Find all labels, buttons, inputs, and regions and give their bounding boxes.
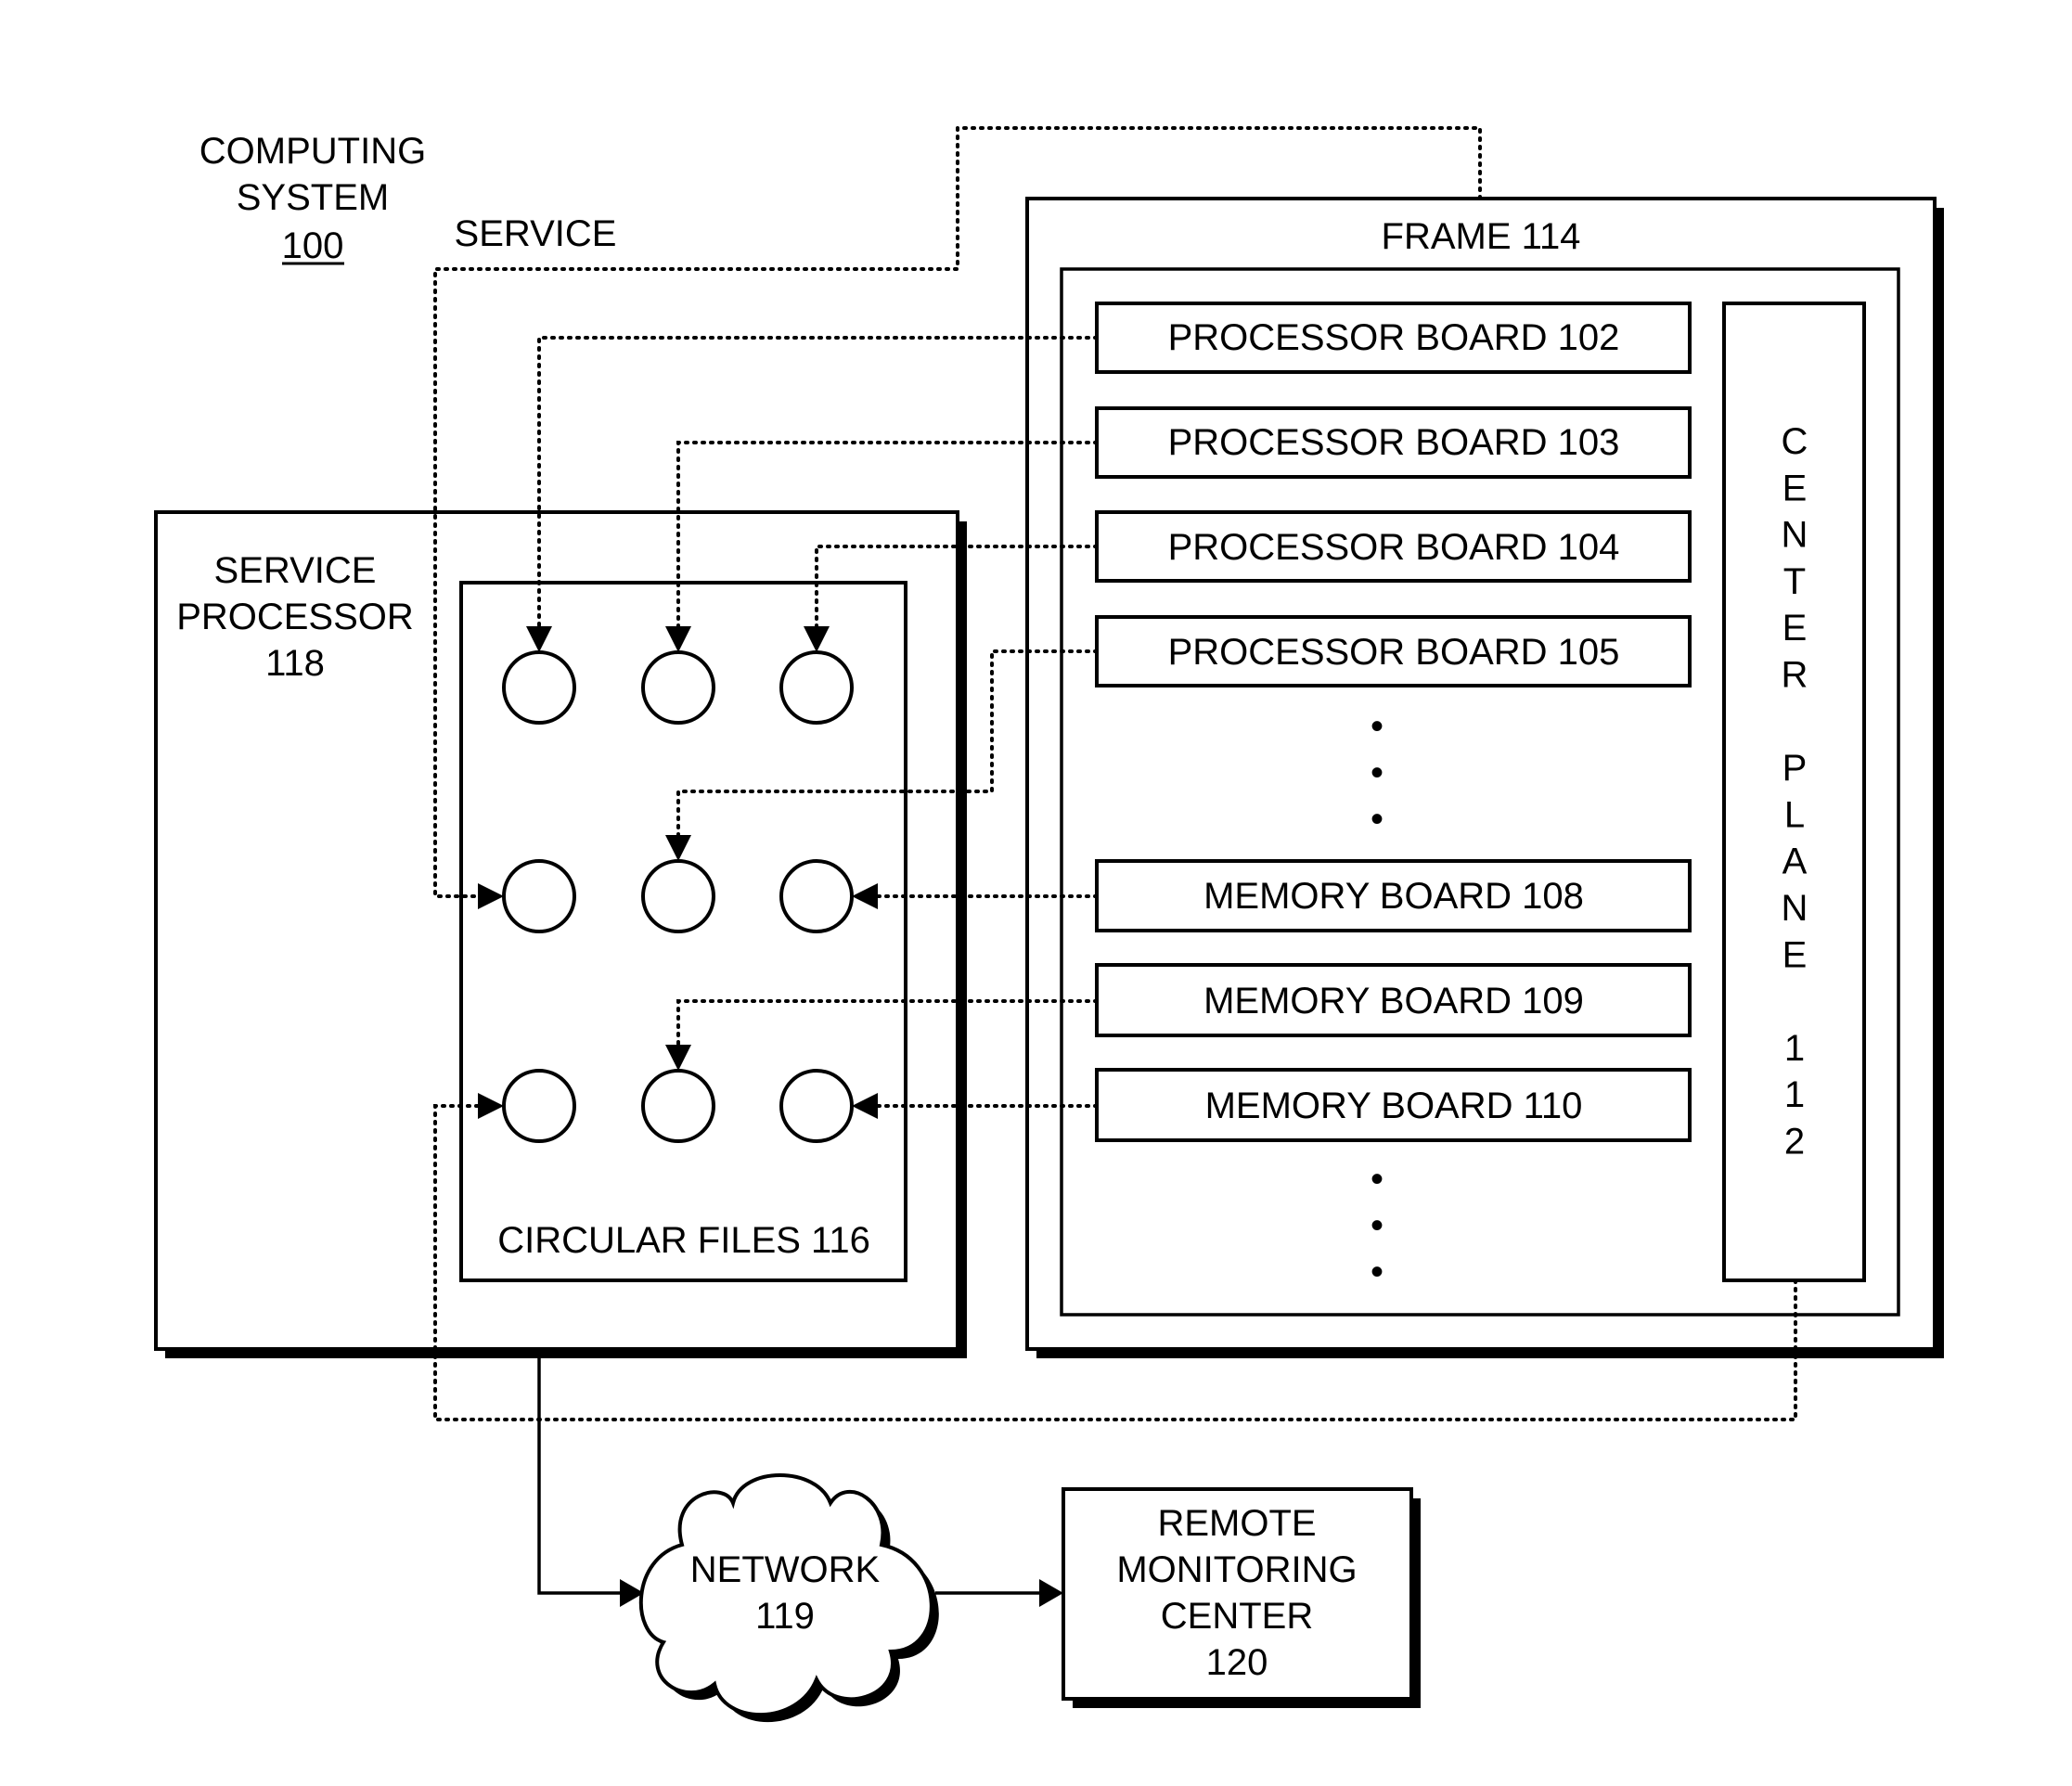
center-plane-letter: P [1782,748,1808,789]
board-label: PROCESSOR BOARD 103 [1168,422,1620,463]
center-plane-letter: N [1782,888,1808,929]
circular-files-label: CIRCULAR FILES 116 [497,1220,870,1261]
board-label: PROCESSOR BOARD 105 [1168,632,1620,673]
center-plane-letter: A [1782,842,1808,882]
ellipsis-dot: • [1371,752,1383,793]
center-plane-letter: 1 [1784,1028,1805,1069]
diagram-canvas: COMPUTING SYSTEM 100 SERVICE FRAME 114 P… [154,126,1944,1723]
circular-file-1-1[interactable] [502,650,576,725]
board-processor-104[interactable]: PROCESSOR BOARD 104 [1095,510,1692,583]
circular-file-2-2[interactable] [641,859,715,933]
board-memory-108[interactable]: MEMORY BOARD 108 [1095,859,1692,932]
center-plane-letter: E [1782,468,1808,508]
center-plane-letter: 2 [1784,1122,1805,1163]
circular-file-2-3[interactable] [779,859,854,933]
ellipsis-dot: • [1371,1159,1383,1200]
processor-board-ellipsis: • • • [1371,706,1383,840]
center-plane-letter: E [1782,608,1808,649]
ellipsis-dot: • [1371,1252,1383,1292]
circular-file-1-3[interactable] [779,650,854,725]
board-label: PROCESSOR BOARD 104 [1168,527,1620,568]
circular-file-3-2[interactable] [641,1069,715,1143]
ellipsis-dot: • [1371,799,1383,840]
service-processor-label-line-3: 118 [265,643,325,684]
title-line-2: SYSTEM [237,177,389,218]
center-plane-letter: C [1782,421,1808,462]
frame-114: FRAME 114 PROCESSOR BOARD 102 PROCESSOR … [1025,197,1944,1358]
title-ref-number: 100 [282,225,344,266]
center-plane-letter: L [1784,794,1805,835]
remote-label-line-1: REMOTE [1157,1503,1316,1544]
ellipsis-dot: • [1371,706,1383,747]
center-plane-112[interactable]: CENTERPLANE112 [1722,302,1866,1282]
frame-label: FRAME 114 [1382,216,1581,257]
network-label: NETWORK [690,1549,881,1590]
circular-file-3-3[interactable] [779,1069,854,1143]
circular-file-2-1[interactable] [502,859,576,933]
service-processor-118: SERVICE PROCESSOR 118 CIRCULAR FILES 116 [154,510,967,1358]
service-processor-label-line-1: SERVICE [214,550,377,591]
network-ref-number: 119 [755,1596,815,1637]
ellipsis-dot: • [1371,1205,1383,1246]
board-processor-103[interactable]: PROCESSOR BOARD 103 [1095,406,1692,479]
service-processor-to-network-line [537,1349,622,1595]
service-connection-label: SERVICE [455,213,617,254]
circular-file-3-1[interactable] [502,1069,576,1143]
board-label: MEMORY BOARD 109 [1203,981,1584,1021]
board-label: MEMORY BOARD 108 [1203,876,1584,917]
center-plane-letter: 1 [1784,1074,1805,1115]
center-plane-letter: N [1782,515,1808,556]
remote-label-line-4: 120 [1206,1642,1268,1683]
remote-label-line-2: MONITORING [1116,1549,1357,1590]
board-memory-109[interactable]: MEMORY BOARD 109 [1095,963,1692,1037]
remote-label-line-3: CENTER [1161,1596,1313,1637]
title-line-1: COMPUTING [199,131,426,172]
remote-monitoring-center-120[interactable]: REMOTE MONITORING CENTER 120 [1062,1487,1421,1708]
board-processor-105[interactable]: PROCESSOR BOARD 105 [1095,615,1692,687]
board-memory-110[interactable]: MEMORY BOARD 110 [1095,1068,1692,1142]
board-processor-102[interactable]: PROCESSOR BOARD 102 [1095,302,1692,374]
center-plane-letter: T [1783,561,1806,602]
circular-file-1-2[interactable] [641,650,715,725]
board-label: PROCESSOR BOARD 102 [1168,317,1620,358]
memory-board-ellipsis: • • • [1371,1159,1383,1292]
board-label: MEMORY BOARD 110 [1205,1086,1583,1126]
network-119[interactable]: NETWORK 119 [638,1473,939,1723]
center-plane-letter: E [1782,934,1808,975]
arrow-to-remote-icon [1039,1579,1063,1607]
center-plane-letter: R [1782,655,1808,696]
service-processor-label-line-2: PROCESSOR [176,597,414,637]
computing-system-label: COMPUTING SYSTEM 100 [199,131,426,266]
